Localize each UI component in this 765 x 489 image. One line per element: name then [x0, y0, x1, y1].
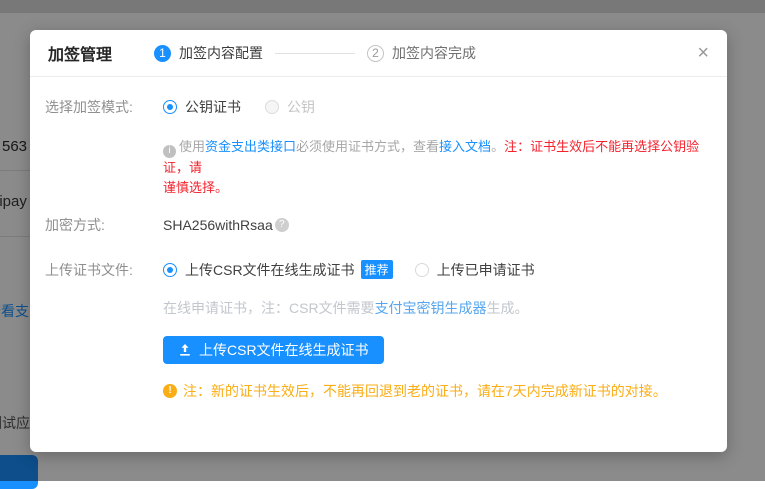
step-connector	[275, 53, 355, 54]
upload-icon	[178, 343, 192, 357]
warning-icon: !	[163, 384, 177, 398]
step-2-label: 加签内容完成	[392, 43, 476, 63]
sign-mode-radio-group: 公钥证书 公钥	[163, 97, 315, 117]
step-1-circle: 1	[154, 45, 171, 62]
encrypt-method-text: SHA256withRsaa	[163, 217, 273, 233]
upload-cert-row: 上传证书文件: 上传CSR文件在线生成证书 推荐 上传已申请证书	[45, 260, 715, 280]
radio-upload-csr[interactable]: 上传CSR文件在线生成证书 推荐	[163, 260, 393, 280]
radio-public-key-cert-label[interactable]: 公钥证书	[185, 97, 241, 117]
modal-title: 加签管理	[48, 41, 112, 65]
notice-warning-line-2: 谨慎选择。	[163, 180, 228, 195]
radio-public-key-label[interactable]: 公钥	[287, 97, 315, 117]
radio-upload-csr-label[interactable]: 上传CSR文件在线生成证书	[185, 260, 355, 280]
signature-management-modal: 加签管理 1 加签内容配置 2 加签内容完成 × 选择加签模式: 公钥证书 公钥	[30, 30, 727, 452]
notice-text-2: 必须使用证书方式，查看	[296, 139, 439, 154]
upload-button-wrap: 上传CSR文件在线生成证书	[45, 318, 715, 364]
encrypt-method-value: SHA256withRsaa ?	[163, 217, 289, 233]
modal-body: 选择加签模式: 公钥证书 公钥 i使用资金支出类接口必须使用证书方式，查看接入文…	[30, 97, 727, 401]
step-2-circle: 2	[367, 45, 384, 62]
hint-text-1: 在线申请证书，注：CSR文件需要	[163, 300, 375, 316]
notice-text-1: 使用	[179, 139, 205, 154]
radio-upload-existing-label[interactable]: 上传已申请证书	[437, 260, 535, 280]
upload-cert-label: 上传证书文件:	[45, 260, 163, 280]
close-icon[interactable]: ×	[697, 43, 709, 63]
radio-unchecked-icon[interactable]	[415, 263, 429, 277]
info-icon: i	[163, 145, 176, 158]
modal-header: 加签管理 1 加签内容配置 2 加签内容完成 ×	[30, 30, 727, 77]
encrypt-method-label: 加密方式:	[45, 215, 163, 235]
access-doc-link[interactable]: 接入文档	[439, 139, 491, 154]
radio-checked-icon[interactable]	[163, 100, 177, 114]
upload-button-label: 上传CSR文件在线生成证书	[199, 340, 369, 360]
csr-hint: 在线申请证书，注：CSR文件需要支付宝密钥生成器生成。	[163, 298, 715, 318]
help-icon[interactable]: ?	[275, 218, 289, 232]
sign-mode-label: 选择加签模式:	[45, 97, 163, 117]
recommend-badge: 推荐	[361, 260, 393, 279]
upload-cert-radio-group: 上传CSR文件在线生成证书 推荐 上传已申请证书	[163, 260, 535, 280]
radio-upload-existing[interactable]: 上传已申请证书	[415, 260, 535, 280]
radio-checked-icon[interactable]	[163, 263, 177, 277]
fund-api-link[interactable]: 资金支出类接口	[205, 139, 296, 154]
upload-csr-button[interactable]: 上传CSR文件在线生成证书	[163, 336, 384, 364]
hint-text-2: 生成。	[487, 300, 529, 316]
radio-public-key-cert[interactable]: 公钥证书	[163, 97, 241, 117]
cert-mode-notice: i使用资金支出类接口必须使用证书方式，查看接入文档。注：证书生效后不能再选择公钥…	[163, 137, 715, 198]
new-cert-warning: ! 注：新的证书生效后，不能再回退到老的证书，请在7天内完成新证书的对接。	[163, 381, 715, 401]
radio-public-key[interactable]: 公钥	[265, 97, 315, 117]
step-1-label: 加签内容配置	[179, 43, 263, 63]
notice-text-3: 。	[491, 139, 504, 154]
sign-mode-row: 选择加签模式: 公钥证书 公钥	[45, 97, 715, 117]
new-cert-warning-text: 注：新的证书生效后，不能再回退到老的证书，请在7天内完成新证书的对接。	[183, 381, 667, 401]
key-generator-link[interactable]: 支付宝密钥生成器	[375, 300, 487, 316]
radio-disabled-icon[interactable]	[265, 100, 279, 114]
steps-indicator: 1 加签内容配置 2 加签内容完成	[154, 43, 476, 63]
encrypt-method-row: 加密方式: SHA256withRsaa ?	[45, 215, 715, 235]
